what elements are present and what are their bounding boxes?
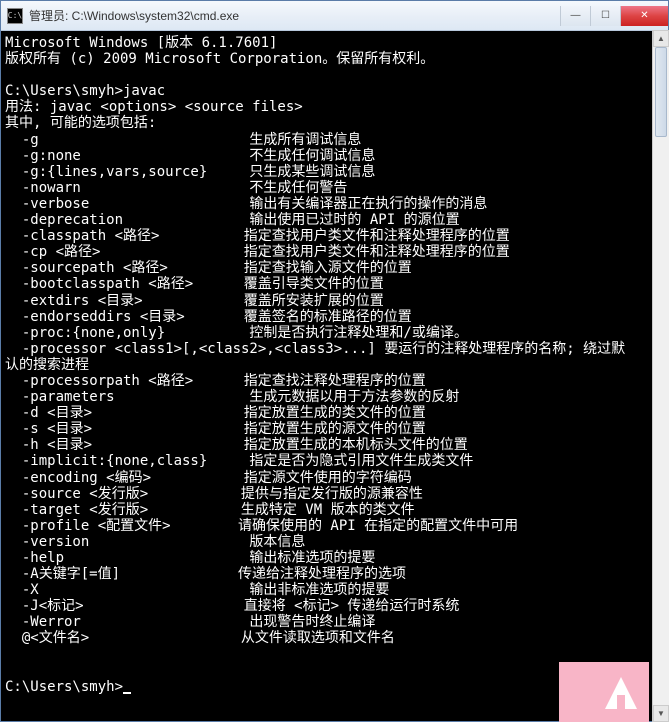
scroll-up-button[interactable]: ▲ [653,30,669,47]
close-button[interactable]: ✕ [620,6,668,26]
window-title: 管理员: C:\Windows\system32\cmd.exe [29,7,560,24]
cmd-icon: C:\ [7,8,23,24]
watermark-icon [601,675,641,718]
cmd-window: C:\ 管理员: C:\Windows\system32\cmd.exe — ☐… [0,0,669,722]
vertical-scrollbar[interactable]: ▲ ▼ [652,30,669,722]
scrollbar-track[interactable] [653,47,669,705]
scroll-down-button[interactable]: ▼ [653,705,669,722]
titlebar[interactable]: C:\ 管理员: C:\Windows\system32\cmd.exe — ☐… [1,1,668,31]
minimize-button[interactable]: — [560,6,590,26]
terminal-output[interactable]: Microsoft Windows [版本 6.1.7601] 版权所有 (c)… [1,31,668,721]
window-controls: — ☐ ✕ [560,6,668,26]
watermark-overlay [559,662,649,722]
maximize-button[interactable]: ☐ [590,6,620,26]
cursor [123,692,131,694]
scrollbar-thumb[interactable] [655,47,667,137]
